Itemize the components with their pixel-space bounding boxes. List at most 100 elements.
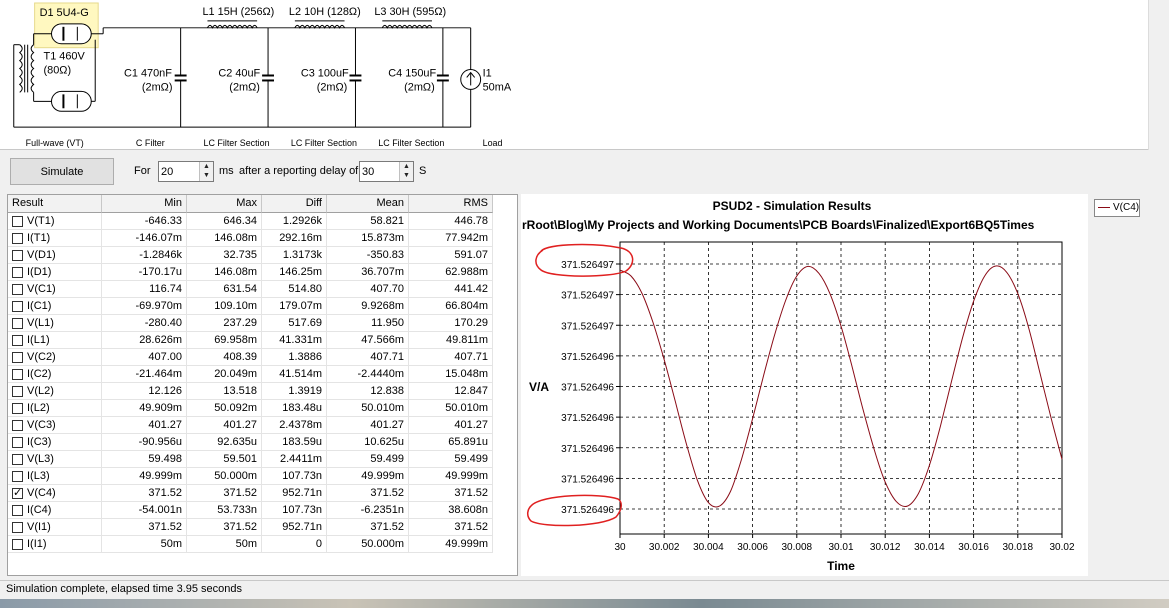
result-checkbox[interactable] [12, 335, 23, 346]
inductor-l2[interactable] [294, 20, 345, 29]
result-cell[interactable]: I(C1) [8, 298, 102, 315]
result-checkbox[interactable] [12, 369, 23, 380]
table-row[interactable]: I(L2) 49.909m 50.092m 183.48u 50.010m 50.010m [8, 400, 508, 417]
capacitor-c4[interactable] [436, 27, 449, 128]
cell-mean: 371.52 [327, 519, 409, 536]
table-row[interactable]: V(L3) 59.498 59.501 2.4411m 59.499 59.499 [8, 451, 508, 468]
results-grid[interactable]: Result Min Max Diff Mean RMS V(T1) -646.3… [7, 194, 518, 576]
circuit-schematic[interactable]: D1 5U4-G T1 460V (80Ω) Full-wave (VT) C1… [0, 0, 1148, 150]
table-row[interactable]: I(C2) -21.464m 20.049m 41.514m -2.4440m 15.04… [8, 366, 508, 383]
result-cell[interactable]: I(C3) [8, 434, 102, 451]
result-checkbox[interactable] [12, 403, 23, 414]
result-cell[interactable]: ✓ V(C4) [8, 485, 102, 502]
cell-diff: 1.3173k [262, 247, 327, 264]
result-cell[interactable]: V(L1) [8, 315, 102, 332]
column-header-max[interactable]: Max [187, 195, 262, 213]
column-header-mean[interactable]: Mean [327, 195, 409, 213]
table-row[interactable]: V(D1) -1.2846k 32.735 1.3173k -350.83 591.07 [8, 247, 508, 264]
result-cell[interactable]: V(C2) [8, 349, 102, 366]
delay-down-icon[interactable]: ▼ [400, 171, 413, 180]
capacitor-c3[interactable] [349, 27, 362, 128]
duration-down-icon[interactable]: ▼ [200, 171, 213, 180]
result-cell[interactable]: V(T1) [8, 213, 102, 230]
schematic-scrollbar[interactable] [1148, 0, 1169, 150]
cell-mean: 401.27 [327, 417, 409, 434]
result-cell[interactable]: V(D1) [8, 247, 102, 264]
result-cell[interactable]: I(I1) [8, 536, 102, 553]
result-cell[interactable]: V(L2) [8, 383, 102, 400]
result-cell[interactable]: V(L3) [8, 451, 102, 468]
delay-input[interactable] [362, 163, 398, 180]
table-row[interactable]: V(C2) 407.00 408.39 1.3886 407.71 407.71 [8, 349, 508, 366]
column-header-min[interactable]: Min [102, 195, 187, 213]
result-cell[interactable]: I(D1) [8, 264, 102, 281]
cell-mean: 371.52 [327, 485, 409, 502]
diode-tube-upper [51, 23, 92, 45]
result-checkbox[interactable] [12, 284, 23, 295]
inductor-l3[interactable] [381, 20, 433, 29]
cell-min: 49.909m [102, 400, 187, 417]
capacitor-c1[interactable] [174, 27, 187, 128]
duration-spinner[interactable]: ▲▼ [158, 161, 214, 182]
result-checkbox[interactable] [12, 216, 23, 227]
chart-legend: V(C4) [1094, 199, 1140, 217]
table-row[interactable]: I(I1) 50m 50m 0 50.000m 49.999m [8, 536, 508, 553]
result-cell[interactable]: V(I1) [8, 519, 102, 536]
table-row[interactable]: V(C3) 401.27 401.27 2.4378m 401.27 401.27 [8, 417, 508, 434]
delay-up-icon[interactable]: ▲ [400, 162, 413, 171]
result-cell[interactable]: V(C1) [8, 281, 102, 298]
delay-spinner[interactable]: ▲▼ [359, 161, 414, 182]
result-checkbox[interactable] [12, 522, 23, 533]
result-cell[interactable]: I(L2) [8, 400, 102, 417]
table-row[interactable]: I(D1) -170.17u 146.08m 146.25m 36.707m 62.988… [8, 264, 508, 281]
result-checkbox[interactable] [12, 454, 23, 465]
table-row[interactable]: I(L3) 49.999m 50.000m 107.73n 49.999m 49.999m [8, 468, 508, 485]
duration-up-icon[interactable]: ▲ [200, 162, 213, 171]
table-row[interactable]: V(T1) -646.33 646.34 1.2926k 58.821 446.78 [8, 213, 508, 230]
simulate-button[interactable]: Simulate [10, 158, 114, 185]
result-checkbox[interactable] [12, 437, 23, 448]
duration-input[interactable] [161, 163, 197, 180]
cell-rms: 65.891u [409, 434, 493, 451]
table-row[interactable]: V(L2) 12.126 13.518 1.3919 12.838 12.847 [8, 383, 508, 400]
result-cell[interactable]: I(L3) [8, 468, 102, 485]
table-row[interactable]: V(C1) 116.74 631.54 514.80 407.70 441.42 [8, 281, 508, 298]
cell-diff: 41.514m [262, 366, 327, 383]
y-tick-label: 371.526496 [561, 444, 614, 455]
result-checkbox[interactable] [12, 250, 23, 261]
result-name: I(D1) [27, 266, 52, 278]
capacitor-c2[interactable] [262, 27, 275, 128]
column-header-rms[interactable]: RMS [409, 195, 493, 213]
result-checkbox[interactable] [12, 505, 23, 516]
table-row[interactable]: ✓ V(C4) 371.52 371.52 952.71n 371.52 371.52 [8, 485, 508, 502]
result-cell[interactable]: I(C2) [8, 366, 102, 383]
result-checkbox[interactable] [12, 301, 23, 312]
simulation-chart[interactable]: 371.526497 371.526497 371.526497 371.526496… [521, 194, 1088, 576]
result-checkbox[interactable] [12, 267, 23, 278]
result-cell[interactable]: I(C4) [8, 502, 102, 519]
result-cell[interactable]: V(C3) [8, 417, 102, 434]
result-checkbox[interactable] [12, 539, 23, 550]
result-checkbox[interactable] [12, 233, 23, 244]
result-checkbox[interactable]: ✓ [12, 488, 23, 499]
y-tick-label: 371.526496 [561, 383, 614, 394]
result-checkbox[interactable] [12, 352, 23, 363]
column-header-result[interactable]: Result [8, 195, 102, 213]
result-checkbox[interactable] [12, 318, 23, 329]
table-row[interactable]: V(I1) 371.52 371.52 952.71n 371.52 371.52 [8, 519, 508, 536]
table-row[interactable]: I(C3) -90.956u 92.635u 183.59u 10.625u 65.891… [8, 434, 508, 451]
column-header-diff[interactable]: Diff [262, 195, 327, 213]
result-checkbox[interactable] [12, 471, 23, 482]
inductor-l1[interactable] [207, 20, 258, 29]
table-row[interactable]: I(L1) 28.626m 69.958m 41.331m 47.566m 49.811m [8, 332, 508, 349]
result-checkbox[interactable] [12, 386, 23, 397]
result-cell[interactable]: I(L1) [8, 332, 102, 349]
table-row[interactable]: I(C1) -69.970m 109.10m 179.07m 9.9268m 66.804… [8, 298, 508, 315]
result-cell[interactable]: I(T1) [8, 230, 102, 247]
table-row[interactable]: V(L1) -280.40 237.29 517.69 11.950 170.29 [8, 315, 508, 332]
table-row[interactable]: I(T1) -146.07m 146.08m 292.16m 15.873m 77.942… [8, 230, 508, 247]
table-row[interactable]: I(C4) -54.001n 53.733n 107.73n -6.2351n 38.60… [8, 502, 508, 519]
current-source-load[interactable] [460, 27, 482, 128]
result-checkbox[interactable] [12, 420, 23, 431]
cell-rms: 591.07 [409, 247, 493, 264]
